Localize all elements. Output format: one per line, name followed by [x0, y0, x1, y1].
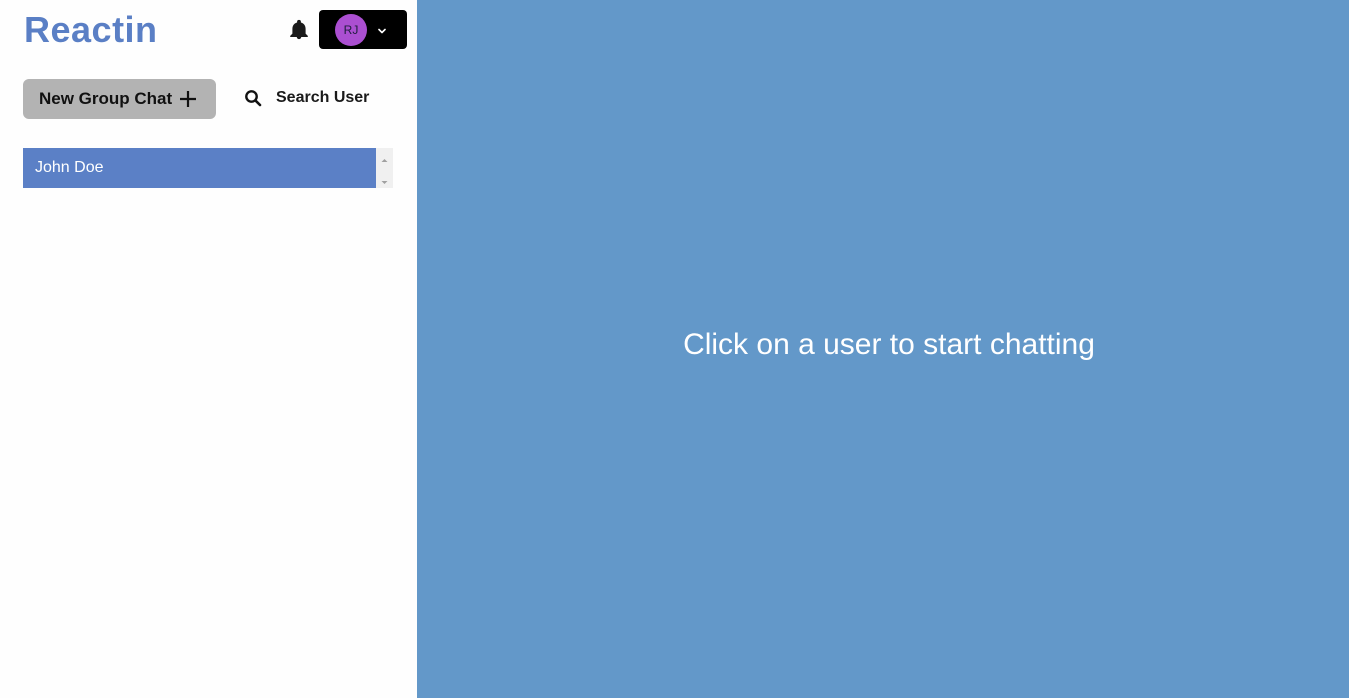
sidebar: Reactin RJ New Group Chat Search User Jo… [0, 0, 417, 698]
chat-area: Click on a user to start chatting [417, 0, 1349, 698]
chevron-down-icon [376, 24, 388, 36]
bell-icon[interactable] [288, 19, 310, 41]
empty-chat-message: Click on a user to start chatting [683, 328, 1095, 361]
chat-list: John Doe [23, 148, 393, 188]
avatar: RJ [335, 14, 367, 46]
chat-list-scrollbar[interactable] [376, 148, 393, 188]
new-group-chat-button[interactable]: New Group Chat [23, 79, 216, 119]
plus-icon [178, 89, 198, 109]
search-user-label: Search User [276, 89, 370, 106]
bell-icon-graphic [290, 19, 308, 40]
chat-list-item[interactable]: John Doe [23, 148, 376, 188]
user-menu-button[interactable]: RJ [319, 10, 407, 49]
brand-logo[interactable]: Reactin [24, 8, 158, 52]
search-icon [244, 89, 262, 107]
chat-name: John Doe [35, 159, 104, 176]
scroll-up-arrow-icon[interactable] [380, 152, 389, 162]
scroll-down-arrow-icon[interactable] [380, 174, 389, 184]
search-user-button[interactable]: Search User [236, 79, 369, 117]
new-group-chat-label: New Group Chat [39, 89, 173, 108]
app-root: Reactin RJ New Group Chat Search User Jo… [0, 0, 1349, 698]
